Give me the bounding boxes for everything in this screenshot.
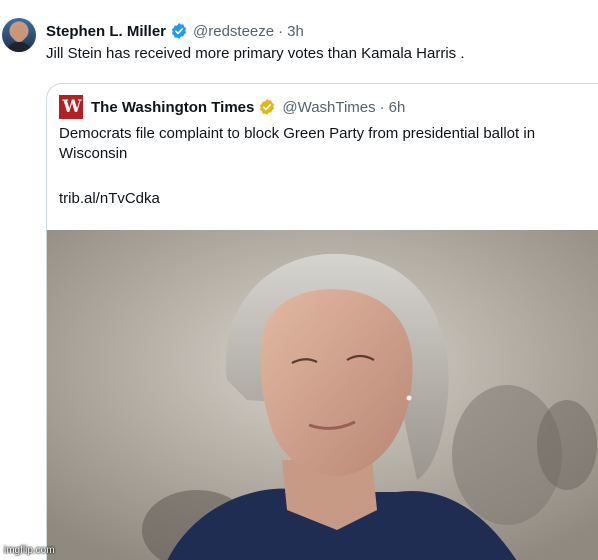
news-photo[interactable]	[47, 230, 598, 560]
quoted-author-handle[interactable]: @WashTimes	[282, 99, 375, 116]
tweet-header: Stephen L. Miller @redsteeze · 3h	[46, 20, 304, 42]
tweet[interactable]: Stephen L. Miller @redsteeze · 3h Jill S…	[0, 0, 598, 560]
quoted-tweet[interactable]: W The Washington Times @WashTimes · 6h D…	[46, 83, 598, 560]
quoted-tweet-link[interactable]: trib.al/nTvCdka	[59, 190, 160, 207]
timestamp[interactable]: 3h	[287, 23, 304, 40]
imgflip-watermark: imgflip.com	[4, 545, 55, 556]
avatar[interactable]	[2, 18, 36, 52]
verified-badge-icon[interactable]	[170, 22, 188, 40]
quoted-tweet-text: Democrats file complaint to block Green …	[59, 125, 536, 162]
quoted-author-name[interactable]: The Washington Times	[91, 99, 254, 116]
washington-times-logo[interactable]: W	[59, 95, 83, 119]
tweet-text: Jill Stein has received more primary vot…	[46, 45, 465, 62]
quoted-tweet-header: W The Washington Times @WashTimes · 6h	[59, 95, 405, 119]
gold-verified-badge-icon[interactable]	[258, 98, 276, 116]
separator-dot: ·	[379, 98, 385, 116]
separator-dot: ·	[278, 22, 284, 40]
quoted-timestamp[interactable]: 6h	[389, 99, 406, 116]
author-name[interactable]: Stephen L. Miller	[46, 23, 166, 40]
author-handle[interactable]: @redsteeze	[193, 23, 274, 40]
